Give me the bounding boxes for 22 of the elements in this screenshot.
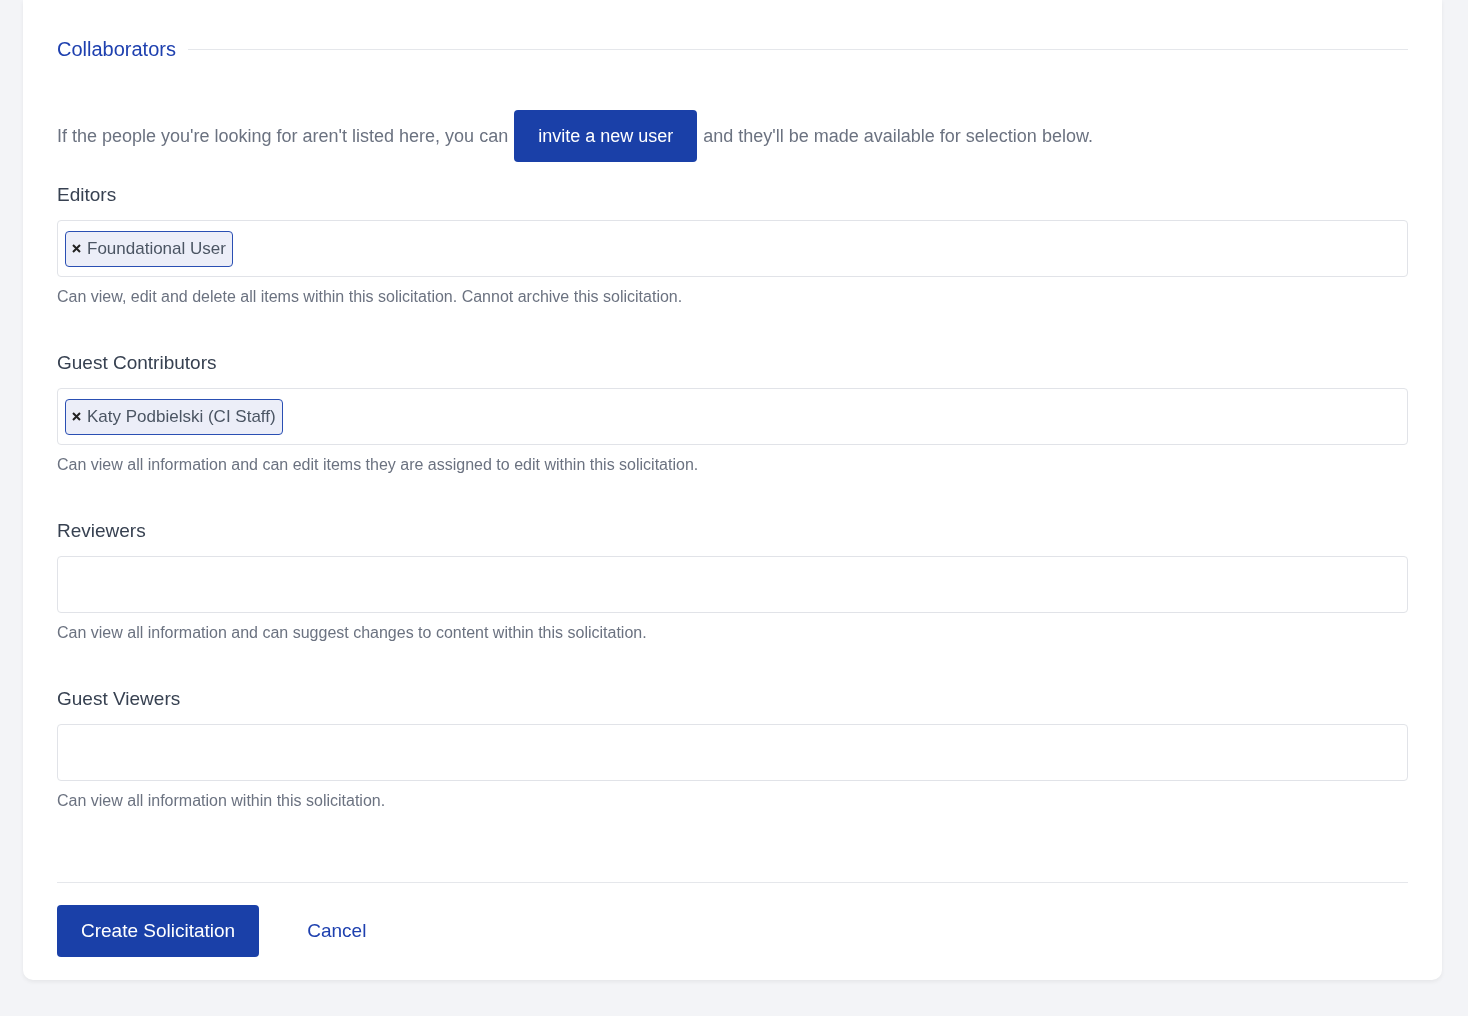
invite-user-button[interactable]: invite a new user (514, 110, 698, 162)
intro-text: If the people you're looking for aren't listed here, you can (57, 125, 509, 147)
help-text: Can view all information within this solicitation. (57, 792, 387, 810)
multi-select-field[interactable]: Katy Podbielski (CI Staff) (57, 388, 1408, 445)
tag-label: Foundational User (87, 238, 226, 259)
multi-select-field[interactable]: Foundational User (57, 220, 1408, 277)
create-button[interactable]: Create Solicitation (57, 905, 260, 957)
tag-label: Katy Podbielski (CI Staff) (87, 406, 276, 427)
help-text: Can view, edit and delete all items within this solicitation. Cannot archive this solicitation. (57, 288, 684, 306)
field-label: Reviewers (57, 520, 147, 542)
field-label: Guest Viewers (57, 688, 182, 710)
multi-select-field[interactable] (57, 724, 1408, 781)
cancel-link[interactable]: Cancel (307, 920, 367, 942)
intro-text: and they'll be made available for selection below. (703, 125, 1093, 147)
multi-select-field[interactable] (57, 556, 1408, 613)
remove-icon[interactable] (72, 244, 81, 253)
section-title: Collaborators (57, 38, 176, 61)
field-label: Editors (57, 184, 118, 206)
help-text: Can view all information and can edit items they are assigned to edit within this solicitation. (57, 456, 700, 474)
help-text: Can view all information and can suggest changes to content within this solicitation. (57, 624, 648, 642)
field-label: Guest Contributors (57, 352, 218, 374)
remove-icon[interactable] (72, 412, 81, 421)
